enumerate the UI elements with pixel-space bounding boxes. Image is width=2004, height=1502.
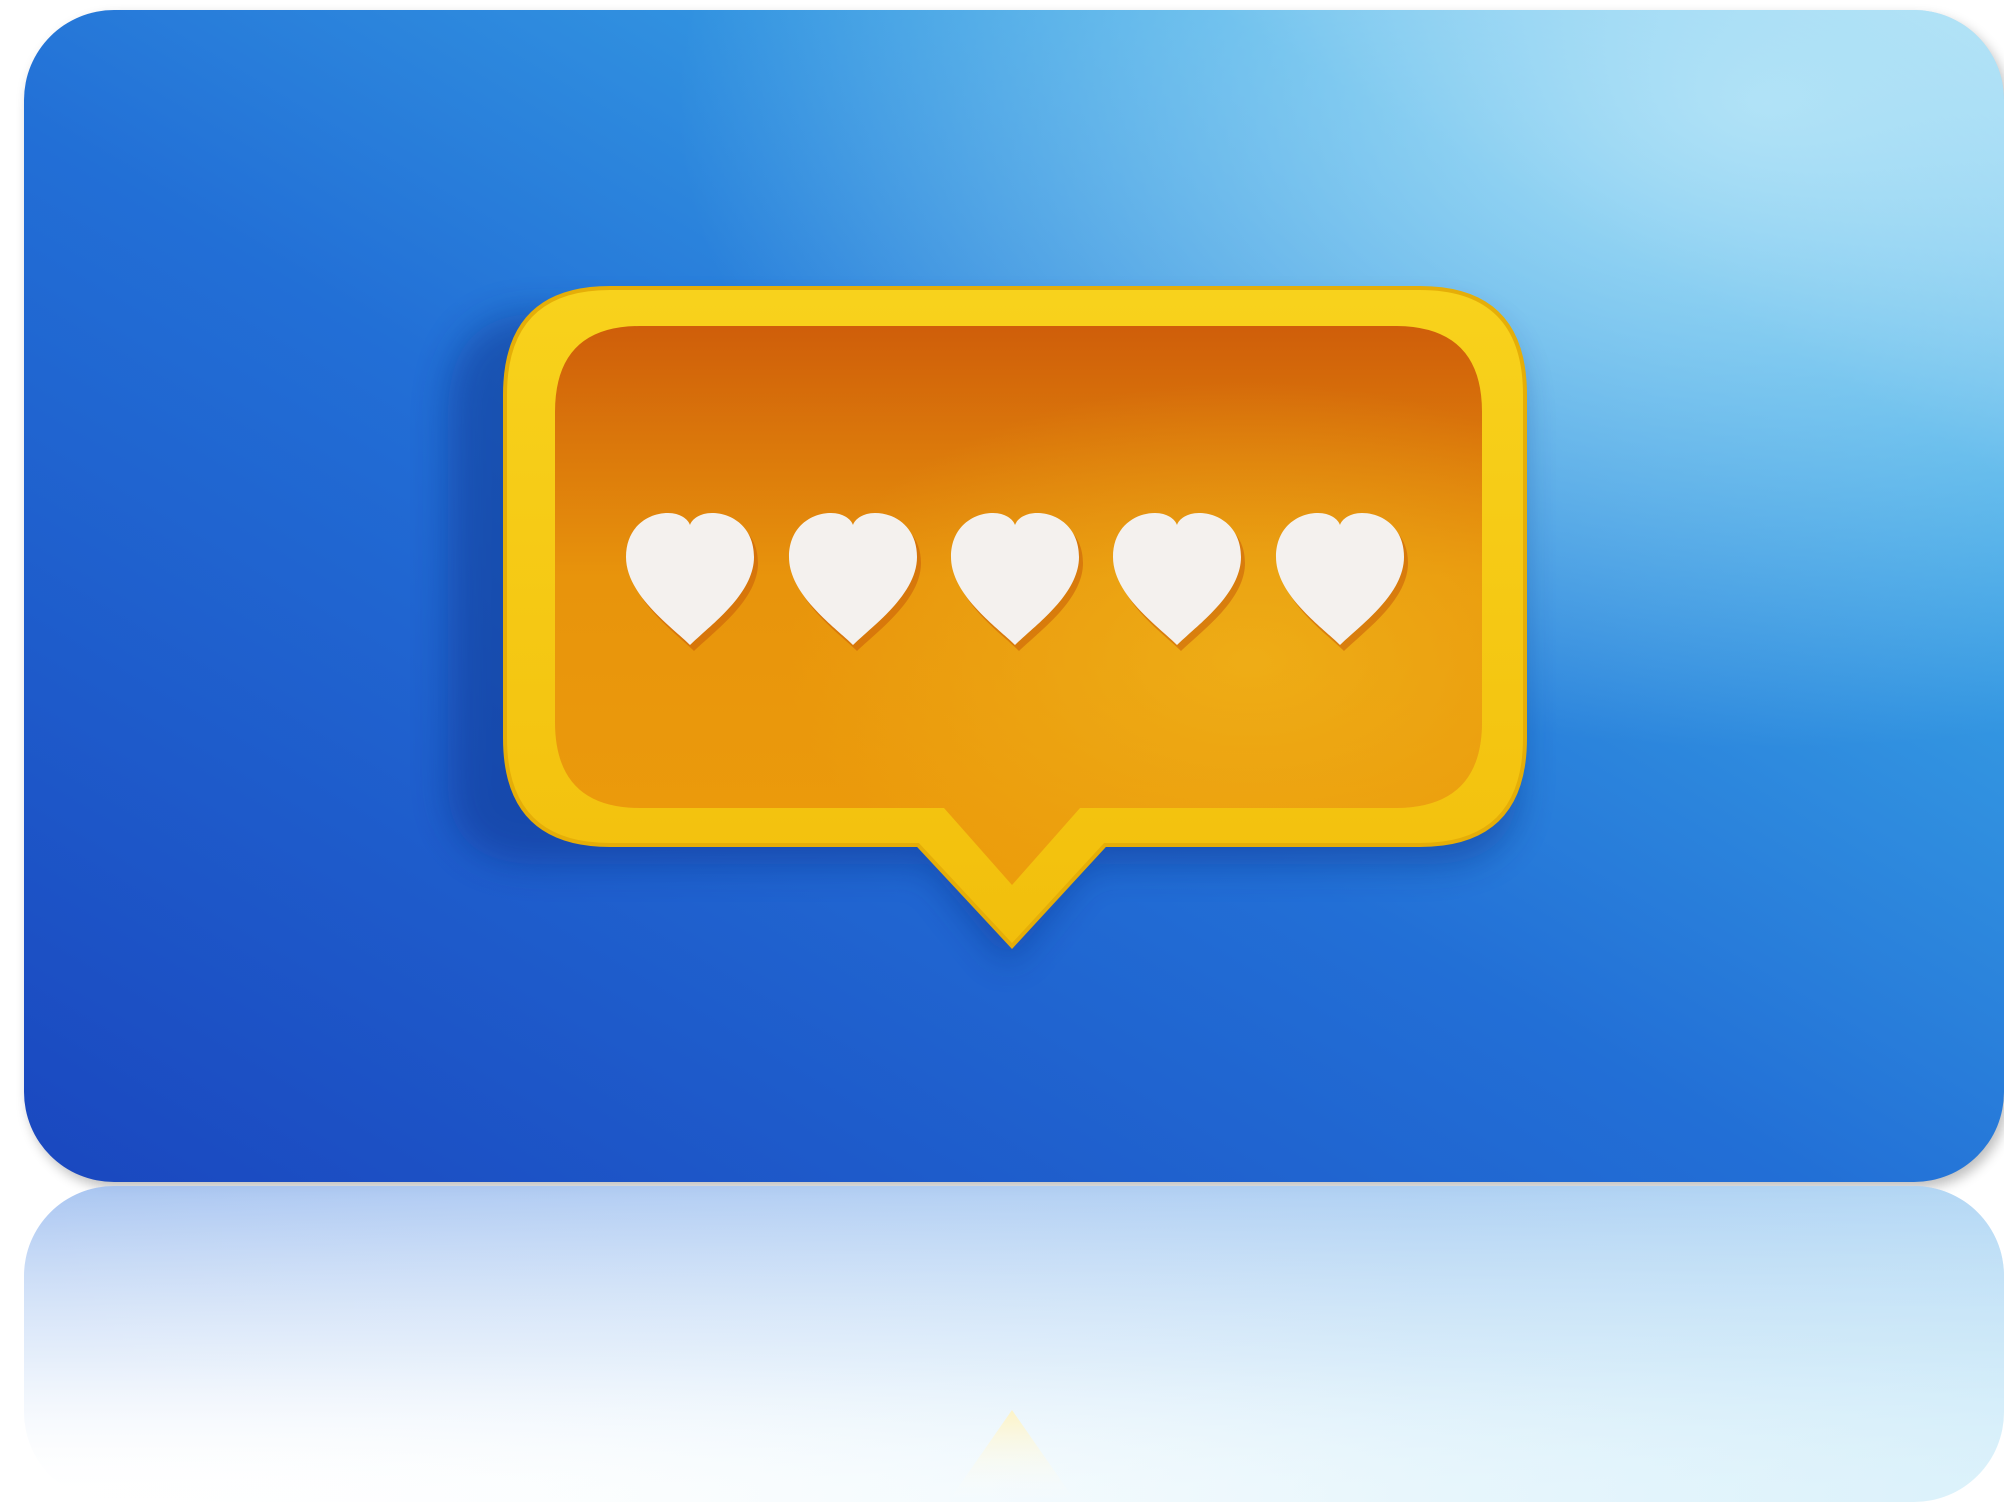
image-stage	[0, 0, 2004, 1502]
photo-card	[24, 10, 2004, 1182]
photo-scene	[24, 10, 2004, 1502]
card-reflection	[24, 1186, 2004, 1502]
